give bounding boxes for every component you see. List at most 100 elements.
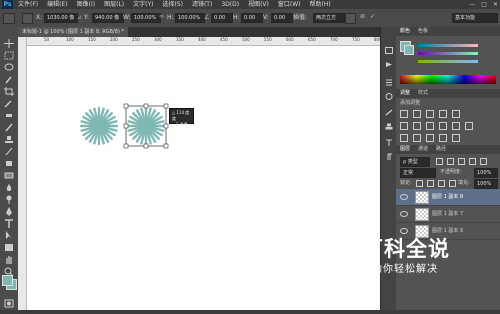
close-button[interactable]: ✕: [493, 0, 498, 9]
red-slider[interactable]: [418, 44, 478, 47]
quick-select-tool-icon[interactable]: [4, 69, 14, 84]
document-tab[interactable]: 未标题-1 @ 100% (图层 1 副本 8, RGB/8) *: [18, 27, 128, 37]
history-icon[interactable]: [385, 39, 393, 54]
history-brush-tool-icon[interactable]: [4, 141, 14, 156]
gradient-map-icon[interactable]: [452, 134, 460, 142]
quick-mask-icon[interactable]: [4, 293, 14, 308]
visibility-eye-icon[interactable]: [400, 228, 408, 234]
workspace-select[interactable]: 基本功能: [452, 13, 498, 23]
tab-swatches[interactable]: 色板: [418, 27, 428, 35]
menu-filter[interactable]: 滤镜(T): [192, 0, 212, 9]
pen-tool-icon[interactable]: [4, 201, 14, 216]
tab-layers[interactable]: 图层: [400, 145, 410, 153]
maximize-button[interactable]: □: [481, 0, 487, 9]
clone-stamp-tool-icon[interactable]: [4, 129, 14, 143]
color-balance-icon[interactable]: [413, 122, 421, 130]
gradient-tool-icon[interactable]: [4, 165, 14, 179]
link-icon[interactable]: ⊿: [77, 14, 82, 22]
layer-filter-select[interactable]: ρ 类型: [400, 157, 430, 167]
layer-name[interactable]: 图层 1 副本 6: [432, 227, 463, 235]
threshold-icon[interactable]: [426, 134, 434, 142]
exposure-icon[interactable]: [439, 110, 447, 118]
properties-icon[interactable]: [385, 71, 393, 86]
blur-tool-icon[interactable]: [4, 177, 14, 191]
menu-window[interactable]: 窗口(W): [278, 0, 301, 9]
menu-view[interactable]: 视图(V): [248, 0, 269, 9]
interpolation-select[interactable]: 两次立方: [313, 13, 345, 23]
tab-adjustments[interactable]: 调整: [400, 89, 410, 97]
actions-icon[interactable]: [385, 53, 393, 67]
blend-mode-select[interactable]: 正常: [400, 168, 436, 178]
hskew-field[interactable]: 0.00: [241, 13, 263, 23]
h-field[interactable]: 100.00%: [175, 13, 205, 23]
teal-starburst-shape[interactable]: [79, 106, 119, 146]
color-lookup-icon[interactable]: [465, 122, 473, 130]
brush-presets-icon[interactable]: [385, 101, 393, 116]
info-icon[interactable]: [385, 85, 393, 100]
cancel-transform-icon[interactable]: ⊘: [360, 13, 365, 21]
invert-icon[interactable]: [400, 134, 408, 142]
tab-channels[interactable]: 通道: [418, 145, 428, 153]
hand-tool-icon[interactable]: [4, 249, 14, 264]
lock-pixels-icon[interactable]: [427, 180, 434, 187]
healing-brush-tool-icon[interactable]: [4, 105, 14, 117]
menu-image[interactable]: 图像(I): [77, 0, 95, 9]
layer-row-selected[interactable]: 图层 1 副本 8: [396, 189, 500, 206]
lock-transparency-icon[interactable]: [416, 180, 423, 187]
black-white-icon[interactable]: [426, 122, 434, 130]
y-field[interactable]: 940.00 像: [92, 13, 124, 23]
brightness-icon[interactable]: [400, 110, 408, 118]
visibility-eye-icon[interactable]: [400, 194, 408, 200]
x-field[interactable]: 1030.00 像: [44, 13, 78, 23]
photo-filter-icon[interactable]: [439, 122, 447, 130]
shape-tool-icon[interactable]: [4, 237, 14, 251]
tab-color[interactable]: 颜色: [400, 27, 410, 35]
document-canvas[interactable]: △ 114 度度 2 像素: [27, 46, 380, 310]
curves-icon[interactable]: [426, 110, 434, 118]
brush-tool-icon[interactable]: [4, 117, 14, 132]
layer-name[interactable]: 图层 1 副本 8: [432, 193, 463, 201]
filter-adjustment-icon[interactable]: [447, 158, 454, 165]
chain-icon[interactable]: ∞: [159, 13, 164, 21]
path-selection-tool-icon[interactable]: [4, 225, 14, 239]
green-slider[interactable]: [418, 52, 478, 55]
layer-name[interactable]: 图层 1 副本 7: [432, 210, 463, 218]
posterize-icon[interactable]: [413, 134, 421, 142]
dodge-tool-icon[interactable]: [4, 189, 14, 204]
layer-row[interactable]: 图层 1 副本 7: [396, 206, 500, 223]
tab-paths[interactable]: 路径: [436, 145, 446, 153]
selective-color-icon[interactable]: [439, 134, 447, 142]
lock-position-icon[interactable]: [438, 180, 445, 187]
visibility-eye-icon[interactable]: [400, 211, 408, 217]
teal-starburst-shape-copy[interactable]: [126, 106, 166, 146]
tab-styles[interactable]: 样式: [418, 89, 428, 97]
angle-field[interactable]: 0.00: [211, 13, 233, 23]
filter-shape-icon[interactable]: [469, 158, 476, 165]
menu-edit[interactable]: 编辑(E): [47, 0, 67, 9]
filter-pixel-icon[interactable]: [436, 158, 443, 165]
hue-saturation-icon[interactable]: [400, 122, 408, 130]
filter-type-icon[interactable]: [458, 158, 465, 165]
vibrance-icon[interactable]: [452, 110, 460, 118]
transform-tool-preset-icon[interactable]: [3, 13, 15, 24]
type-tool-icon[interactable]: [4, 213, 14, 228]
panel-background-swatch[interactable]: [404, 45, 414, 55]
background-color-swatch[interactable]: [2, 275, 13, 286]
opacity-field[interactable]: 100%: [474, 168, 498, 178]
marquee-tool-icon[interactable]: [4, 45, 14, 60]
menu-3d[interactable]: 3D(D): [221, 0, 239, 9]
menu-type[interactable]: 文字(Y): [133, 0, 153, 9]
menu-select[interactable]: 选择(S): [162, 0, 183, 9]
lock-all-icon[interactable]: [449, 180, 456, 187]
character-icon[interactable]: [385, 131, 393, 146]
eyedropper-tool-icon[interactable]: [4, 93, 14, 108]
fill-field[interactable]: 100%: [474, 179, 498, 189]
warp-icon[interactable]: [345, 13, 356, 24]
menu-file[interactable]: 文件(F): [18, 0, 38, 9]
eraser-tool-icon[interactable]: [4, 153, 14, 166]
color-spectrum-ramp[interactable]: [400, 75, 496, 84]
blue-slider[interactable]: [418, 60, 478, 63]
menu-layer[interactable]: 图层(L): [104, 0, 124, 9]
menu-help[interactable]: 帮助(H): [310, 0, 331, 9]
app-logo[interactable]: Ps: [2, 0, 13, 9]
